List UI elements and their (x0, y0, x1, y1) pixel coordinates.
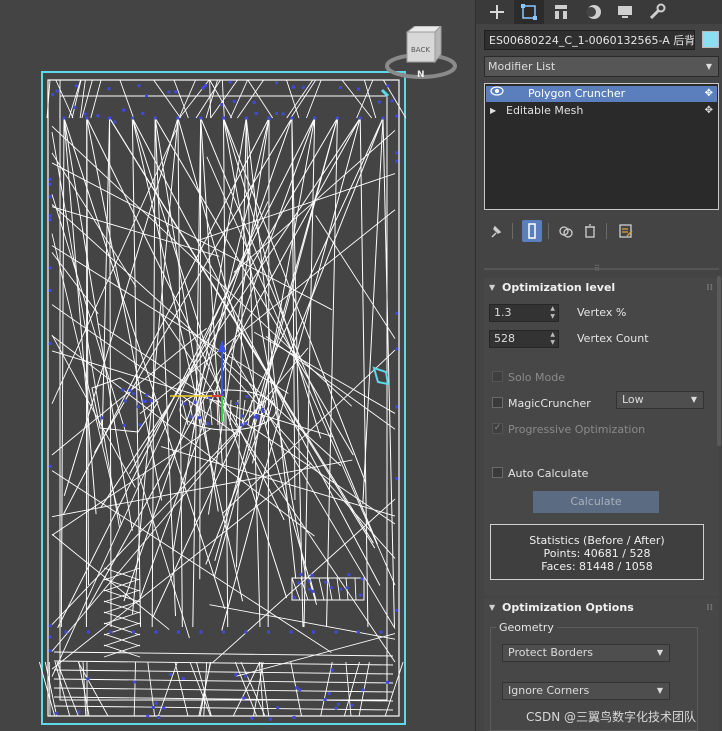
remove-modifier-button[interactable] (580, 220, 600, 242)
rollout-title: Optimization level (502, 281, 616, 294)
viewport[interactable]: BACK N (0, 0, 473, 731)
optimization-level-header[interactable]: ▼ Optimization level ⁞⁞ (484, 278, 719, 298)
spinner-arrows-icon[interactable]: ▲ ▼ (550, 305, 555, 321)
rollout-title: Optimization Options (502, 601, 634, 614)
collapse-triangle-icon: ▼ (489, 283, 496, 292)
chevron-down-icon: ▼ (656, 686, 663, 695)
show-end-result-icon (528, 223, 536, 239)
chevron-down-icon: ▼ (656, 648, 663, 657)
magic-cruncher-label: MagicCruncher (508, 397, 591, 410)
modifier-options-icon[interactable]: ✥ (705, 86, 713, 102)
tab-hierarchy[interactable] (546, 0, 576, 24)
magic-cruncher-level-dropdown[interactable]: Low ▼ (616, 391, 704, 409)
protect-borders-value: Protect Borders (508, 646, 593, 659)
vertex-percent-spinner[interactable]: 1.3 ▲ ▼ (489, 304, 559, 322)
drag-handle-icon[interactable]: ⁞⁞ (706, 278, 713, 298)
chevron-down-icon: ▼ (705, 62, 712, 71)
tab-display[interactable] (610, 0, 640, 24)
solo-mode-checkbox[interactable] (492, 371, 503, 382)
ignore-corners-value: Ignore Corners (508, 684, 590, 697)
auto-calculate-checkbox[interactable] (492, 467, 503, 478)
display-icon (618, 6, 632, 18)
solo-mode-label: Solo Mode (508, 371, 565, 384)
progressive-optimization-label: Progressive Optimization (508, 423, 646, 436)
chevron-down-icon: ▼ (690, 395, 697, 404)
pin-stack-button[interactable] (486, 220, 506, 242)
panel-grip-icon[interactable]: ⠿ (594, 265, 608, 273)
optimization-options-header[interactable]: ▼ Optimization Options ⁞⁞ (484, 598, 719, 618)
plus-icon (490, 5, 504, 19)
modifier-list-label: Modifier List (488, 60, 556, 73)
modifier-list-dropdown[interactable]: Modifier List ▼ (484, 56, 719, 77)
vertex-percent-label: Vertex % (577, 306, 627, 319)
vertex-count-spinner[interactable]: 528 ▲ ▼ (489, 330, 559, 348)
command-panel: ES00680224_C_1-0060132565-A 后背007 Modifi… (475, 0, 722, 731)
expand-triangle-icon[interactable]: ▶ (490, 103, 496, 119)
collapse-triangle-icon: ▼ (489, 603, 496, 612)
configure-icon (619, 224, 633, 238)
magic-cruncher-level-value: Low (622, 393, 644, 406)
statistics-points: Points: 40681 / 528 (543, 547, 651, 560)
object-color-swatch[interactable] (702, 31, 719, 48)
configure-sets-button[interactable] (616, 220, 636, 242)
vertex-count-value: 528 (494, 332, 515, 345)
eye-icon[interactable] (490, 86, 504, 102)
stack-item-editable-mesh[interactable]: ▶ Editable Mesh ✥ (486, 103, 717, 119)
panel-scrollbar[interactable] (717, 276, 721, 446)
drag-handle-icon[interactable]: ⁞⁞ (706, 598, 713, 618)
geometry-group-label: Geometry (496, 621, 557, 634)
viewcube-compass-label: N (417, 70, 425, 80)
ignore-corners-dropdown[interactable]: Ignore Corners ▼ (502, 682, 670, 700)
vertex-percent-value: 1.3 (494, 306, 512, 319)
stack-item-label: Editable Mesh (506, 104, 584, 117)
spinner-arrows-icon[interactable]: ▲ ▼ (550, 331, 555, 347)
object-name-field[interactable]: ES00680224_C_1-0060132565-A 后背007 (484, 30, 695, 50)
vertex-count-label: Vertex Count (577, 332, 649, 345)
modifier-options-icon[interactable]: ✥ (705, 103, 713, 119)
hierarchy-icon (555, 5, 567, 19)
stack-item-polygon-cruncher[interactable]: Polygon Cruncher ✥ (486, 86, 717, 102)
watermark: CSDN @三翼鸟数字化技术团队 (526, 710, 697, 724)
auto-calculate-label: Auto Calculate (508, 467, 589, 480)
show-end-result-button[interactable] (522, 220, 542, 242)
modifier-stack[interactable]: Polygon Cruncher ✥ ▶ Editable Mesh ✥ (484, 83, 719, 210)
modify-icon (521, 4, 537, 20)
calculate-button[interactable]: Calculate (533, 491, 659, 513)
progressive-optimization-checkbox[interactable]: ✓ (492, 423, 503, 434)
stack-toolbar (484, 220, 719, 242)
make-unique-button[interactable] (556, 220, 576, 242)
motion-icon (586, 5, 601, 19)
protect-borders-dropdown[interactable]: Protect Borders ▼ (502, 644, 670, 662)
statistics-box: Statistics (Before / After) Points: 4068… (490, 524, 704, 580)
tab-motion[interactable] (578, 0, 608, 24)
wireframe-mesh (38, 71, 407, 725)
wrench-icon (649, 3, 666, 20)
pin-icon (491, 225, 502, 238)
tab-utilities[interactable] (642, 0, 672, 24)
viewcube[interactable]: BACK N (383, 26, 463, 82)
tab-modify[interactable] (514, 0, 544, 24)
trash-icon (585, 224, 595, 238)
magic-cruncher-checkbox[interactable] (492, 397, 503, 408)
statistics-faces: Faces: 81448 / 1058 (541, 560, 653, 573)
stack-item-label: Polygon Cruncher (528, 87, 626, 100)
viewcube-face-label: BACK (411, 46, 430, 54)
statistics-title: Statistics (Before / After) (529, 534, 665, 547)
command-panel-tabs (476, 0, 722, 24)
tab-create[interactable] (482, 0, 512, 24)
make-unique-icon (559, 226, 573, 238)
